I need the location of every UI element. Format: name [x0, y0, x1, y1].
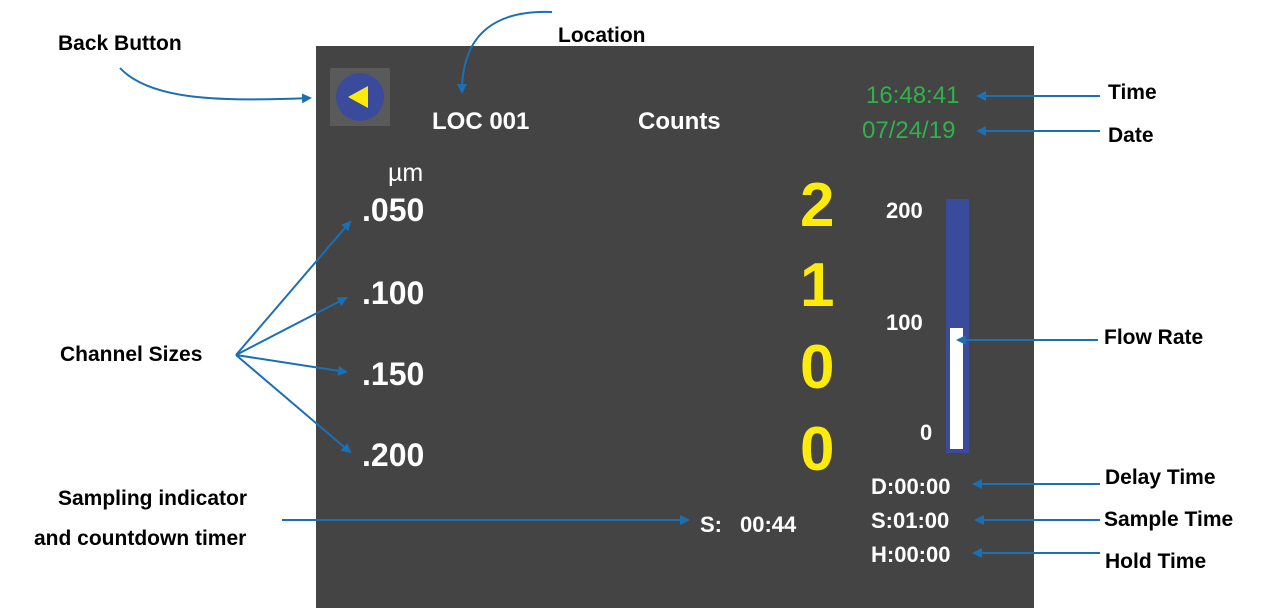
arrow-channel-100: [235, 297, 348, 356]
arrow-location: [457, 10, 553, 94]
arrow-channel-050: [235, 220, 352, 356]
annotation-arrows: [119, 10, 1100, 558]
arrow-back-button: [119, 67, 312, 104]
